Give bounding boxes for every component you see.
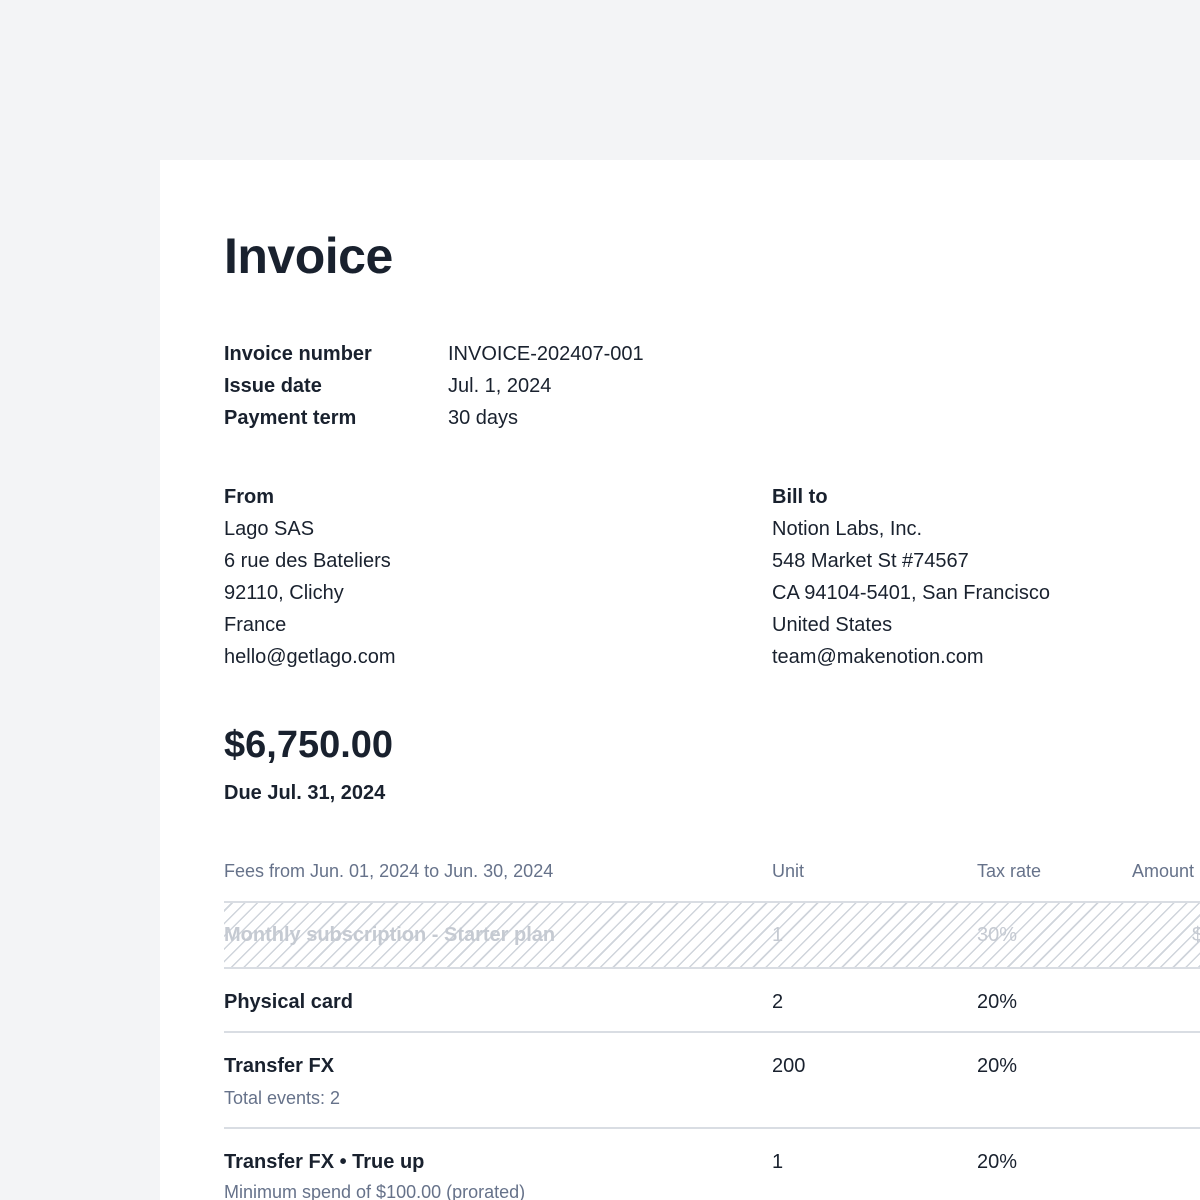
row-description: Transfer FX bbox=[224, 1055, 335, 1077]
total-amount: $6,750.00 bbox=[224, 724, 394, 766]
from-city: 92110, Clichy bbox=[224, 582, 344, 604]
row-unit: 2 bbox=[772, 991, 784, 1013]
from-street: 6 rue des Bateliers bbox=[224, 550, 391, 572]
row-tax-rate: 20% bbox=[977, 1151, 1018, 1173]
row-amount: $ bbox=[1192, 924, 1200, 946]
due-date: Due Jul. 31, 2024 bbox=[224, 782, 386, 804]
row-tax-rate: 30% bbox=[977, 924, 1018, 946]
row-description: Monthly subscription - Starter plan bbox=[224, 924, 556, 946]
bill-to-city: CA 94104-5401, San Francisco bbox=[772, 582, 1050, 604]
invoice-title: Invoice bbox=[224, 228, 393, 284]
meta-value: INVOICE-202407-001 bbox=[448, 343, 644, 365]
row-description: Physical card bbox=[224, 991, 353, 1013]
from-company: Lago SAS bbox=[224, 518, 315, 540]
invoice-sheet: Invoice Invoice number INVOICE-202407-00… bbox=[160, 160, 1200, 1200]
header-description: Fees from Jun. 01, 2024 to Jun. 30, 2024 bbox=[224, 861, 554, 881]
header-tax-rate: Tax rate bbox=[977, 861, 1042, 881]
meta-label: Invoice number bbox=[224, 343, 372, 365]
bill-to-street: 548 Market St #74567 bbox=[772, 550, 969, 572]
meta-value: 30 days bbox=[448, 407, 519, 429]
table-row: Physical card 2 20% bbox=[224, 969, 1200, 1033]
table-row: Transfer FX Total events: 2 200 20% bbox=[224, 1033, 1200, 1129]
bill-to-email: team@makenotion.com bbox=[772, 646, 984, 668]
bill-to-country: United States bbox=[772, 614, 893, 636]
row-unit: 200 bbox=[772, 1055, 806, 1077]
bill-to-company: Notion Labs, Inc. bbox=[772, 518, 923, 540]
table-row-struck-out: Monthly subscription - Starter plan 1 30… bbox=[224, 903, 1200, 969]
meta-row-invoice-number: Invoice number INVOICE-202407-001 bbox=[224, 338, 644, 370]
row-unit: 1 bbox=[772, 1151, 784, 1173]
from-country: France bbox=[224, 614, 287, 636]
invoice-meta: Invoice number INVOICE-202407-001 Issue … bbox=[224, 338, 644, 434]
table-header: Fees from Jun. 01, 2024 to Jun. 30, 2024… bbox=[224, 853, 1200, 903]
from-title: From bbox=[224, 486, 274, 508]
row-description: Transfer FX • True up bbox=[224, 1151, 425, 1173]
bill-to-block: Bill to Notion Labs, Inc. 548 Market St … bbox=[772, 481, 1050, 673]
row-subtitle: Minimum spend of $100.00 (prorated) bbox=[224, 1182, 526, 1200]
row-tax-rate: 20% bbox=[977, 991, 1018, 1013]
row-tax-rate: 20% bbox=[977, 1055, 1018, 1077]
from-block: From Lago SAS 6 rue des Bateliers 92110,… bbox=[224, 481, 396, 673]
bill-to-title: Bill to bbox=[772, 486, 828, 508]
header-unit: Unit bbox=[772, 861, 805, 881]
from-email: hello@getlago.com bbox=[224, 646, 396, 668]
row-unit: 1 bbox=[772, 924, 784, 946]
meta-row-issue-date: Issue date Jul. 1, 2024 bbox=[224, 370, 644, 402]
header-amount: Amount bbox=[1132, 861, 1195, 881]
meta-row-payment-term: Payment term 30 days bbox=[224, 402, 644, 434]
row-subtitle: Total events: 2 bbox=[224, 1088, 341, 1108]
fees-table: Fees from Jun. 01, 2024 to Jun. 30, 2024… bbox=[224, 853, 1200, 1200]
meta-value: Jul. 1, 2024 bbox=[448, 375, 552, 397]
table-row: Transfer FX • True up Minimum spend of $… bbox=[224, 1129, 1200, 1200]
meta-label: Issue date bbox=[224, 375, 322, 397]
meta-label: Payment term bbox=[224, 407, 357, 429]
